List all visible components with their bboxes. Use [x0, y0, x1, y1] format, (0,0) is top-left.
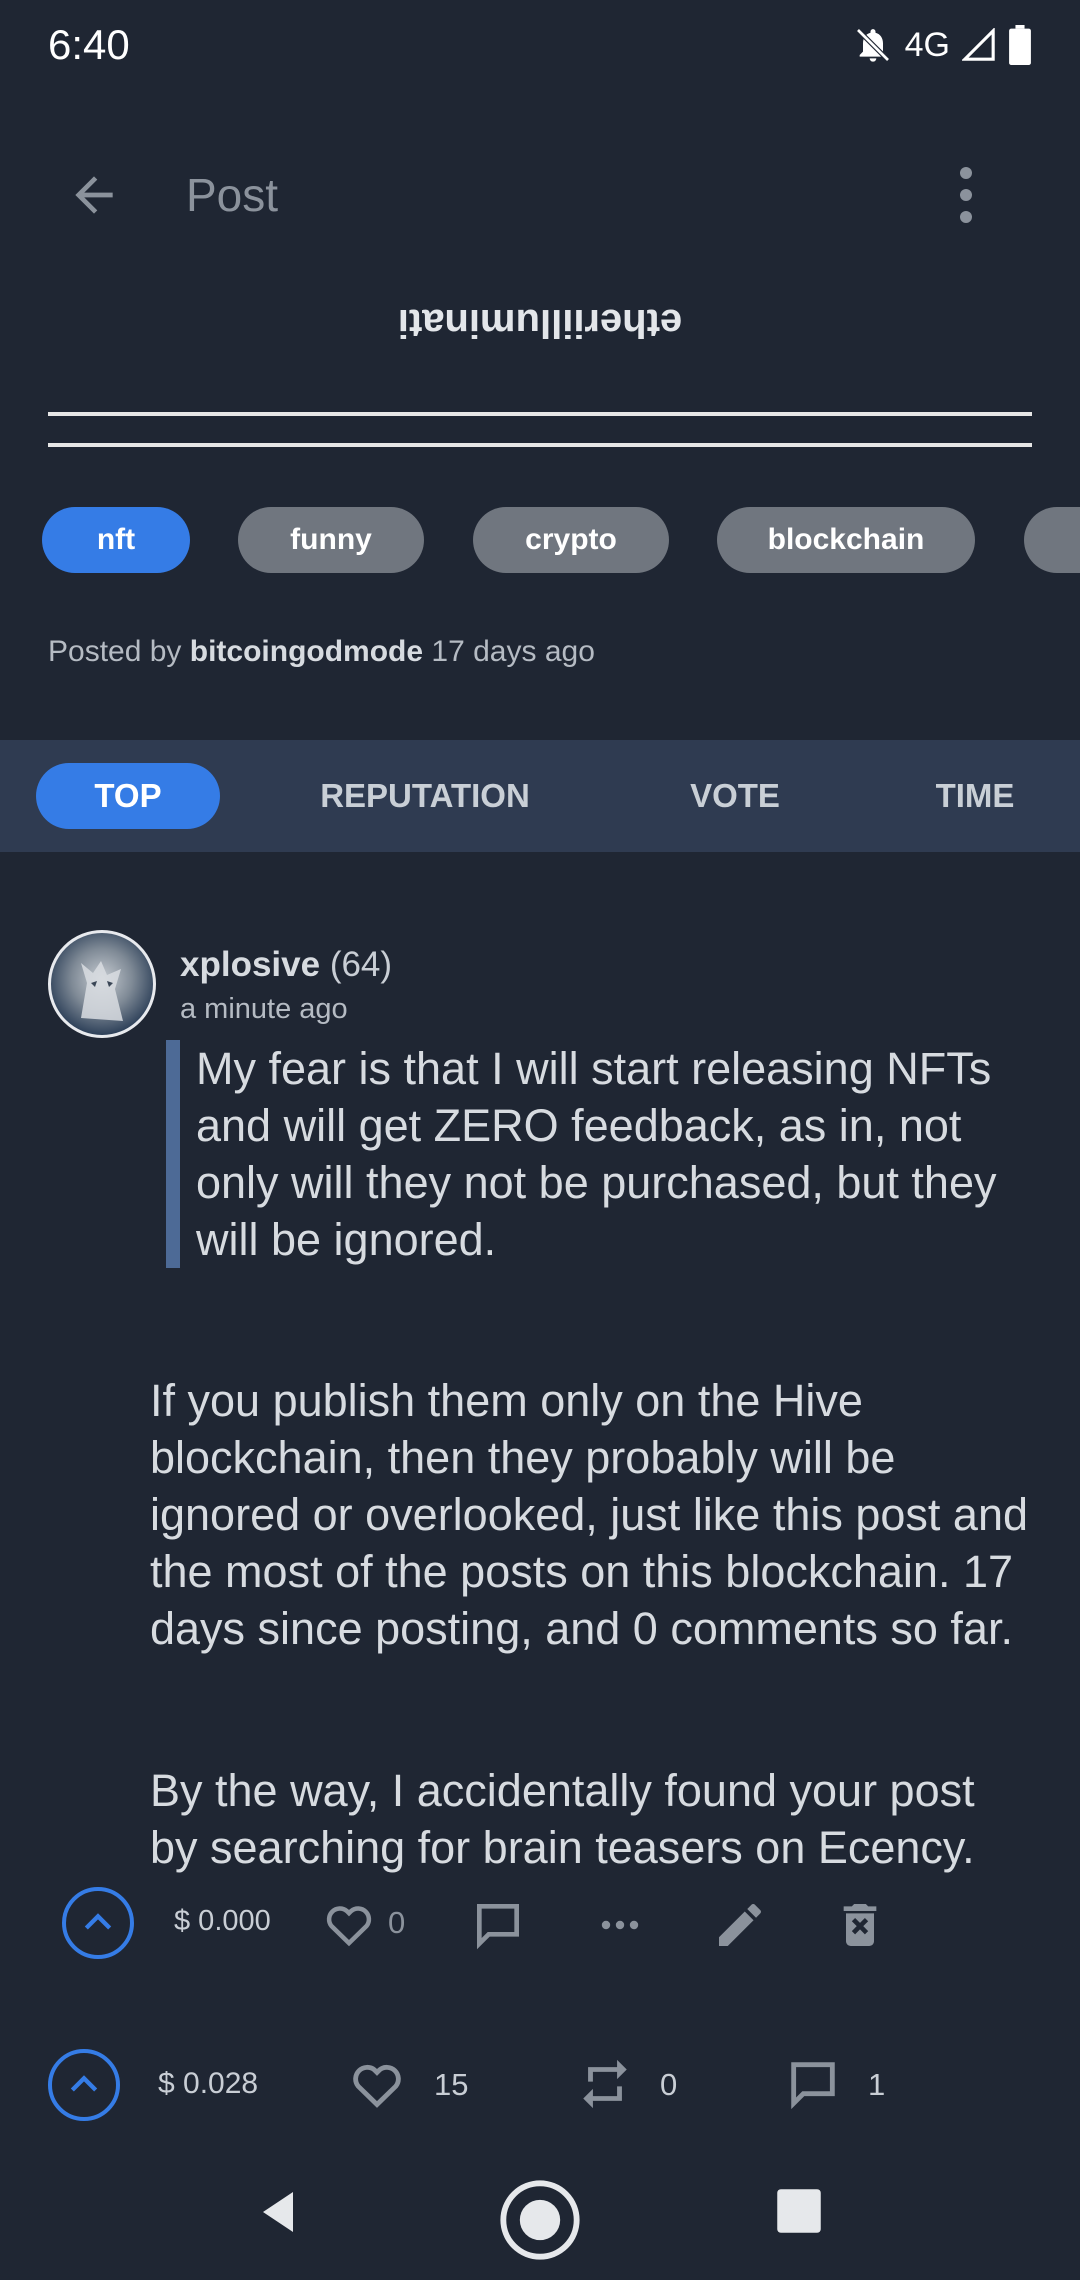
nav-home-icon[interactable]: [496, 2176, 584, 2264]
status-icons: 4G: [853, 25, 1032, 65]
avatar[interactable]: [48, 930, 156, 1038]
delete-icon[interactable]: [832, 1897, 888, 1953]
arrow-back-icon: [75, 176, 113, 214]
notifications-off-icon: [855, 28, 890, 62]
post-author[interactable]: bitcoingodmode: [190, 635, 423, 668]
system-nav-bar: [0, 2160, 1080, 2280]
network-type: 4G: [904, 25, 950, 64]
post-footer: $ 0.028 15 0 1: [48, 2045, 1038, 2125]
post-age: 17 days ago: [431, 635, 595, 668]
reply-icon[interactable]: [470, 1897, 526, 1953]
heart-icon[interactable]: [322, 1897, 376, 1951]
comment-quote: My fear is that I will start releasing N…: [166, 1040, 1026, 1268]
chevron-up-icon: [70, 2075, 98, 2092]
sort-tab-reputation[interactable]: REPUTATION: [300, 763, 550, 829]
comment-author-reputation: (64): [329, 945, 393, 984]
divider: [48, 443, 1032, 447]
more-options-button[interactable]: [952, 167, 980, 223]
comment-like-count: 0: [388, 1905, 406, 1940]
status-bar: 6:40 4G: [0, 0, 1080, 90]
post-meta: Posted by bitcoingodmode 17 days ago: [48, 635, 595, 669]
more-vert-icon: [960, 167, 972, 179]
tag-chip-overflow[interactable]: [1024, 507, 1080, 573]
divider: [48, 412, 1032, 416]
post-payout[interactable]: $ 0.028: [158, 2067, 258, 2101]
comment-sort-bar: TOP REPUTATION VOTE TIME: [0, 740, 1080, 852]
tag-chip[interactable]: blockchain: [717, 507, 975, 573]
comment-author-line: xplosive (64): [180, 945, 392, 985]
wolf-avatar-icon: [81, 961, 123, 1021]
more-horiz-icon[interactable]: [592, 1897, 648, 1953]
post-reblog-count: 0: [660, 2067, 678, 2102]
nav-recents-icon[interactable]: [770, 2182, 828, 2240]
comment-actions: $ 0.000 0: [62, 1885, 1042, 1961]
comment-payout[interactable]: $ 0.000: [174, 1905, 271, 1938]
app-bar: Post: [0, 145, 1080, 245]
post-comment-count: 1: [868, 2067, 886, 2102]
posted-by-label: Posted by: [48, 635, 182, 668]
comment-author[interactable]: xplosive: [180, 945, 320, 984]
sort-tab-top[interactable]: TOP: [36, 763, 220, 829]
sort-tab-time[interactable]: TIME: [900, 763, 1050, 829]
heart-icon[interactable]: [348, 2055, 406, 2113]
comment-icon[interactable]: [784, 2055, 842, 2113]
post-like-count: 15: [434, 2067, 469, 2102]
chevron-up-icon: [84, 1913, 112, 1930]
comment-upvote-button[interactable]: [62, 1887, 134, 1959]
tag-list: nft funny crypto blockchain: [42, 507, 1080, 573]
page-title: Post: [186, 169, 279, 221]
comment-paragraph: If you publish them only on the Hive blo…: [150, 1375, 1029, 1654]
status-time: 6:40: [48, 21, 130, 68]
tag-chip[interactable]: funny: [238, 507, 424, 573]
comment-time: a minute ago: [180, 993, 348, 1025]
tag-chip[interactable]: nft: [42, 507, 190, 573]
post-title: etheriilluminati: [397, 301, 683, 345]
sort-tab-vote[interactable]: VOTE: [660, 763, 810, 829]
back-button[interactable]: [64, 165, 124, 225]
tag-chip[interactable]: crypto: [473, 507, 669, 573]
comment-paragraph: By the way, I accidentally found your po…: [150, 1765, 975, 1873]
edit-icon[interactable]: [712, 1897, 768, 1953]
signal-icon: [962, 28, 995, 61]
battery-icon: [1009, 25, 1031, 65]
reblog-icon[interactable]: [576, 2055, 634, 2113]
post-upvote-button[interactable]: [48, 2049, 120, 2121]
nav-back-icon[interactable]: [248, 2182, 308, 2242]
